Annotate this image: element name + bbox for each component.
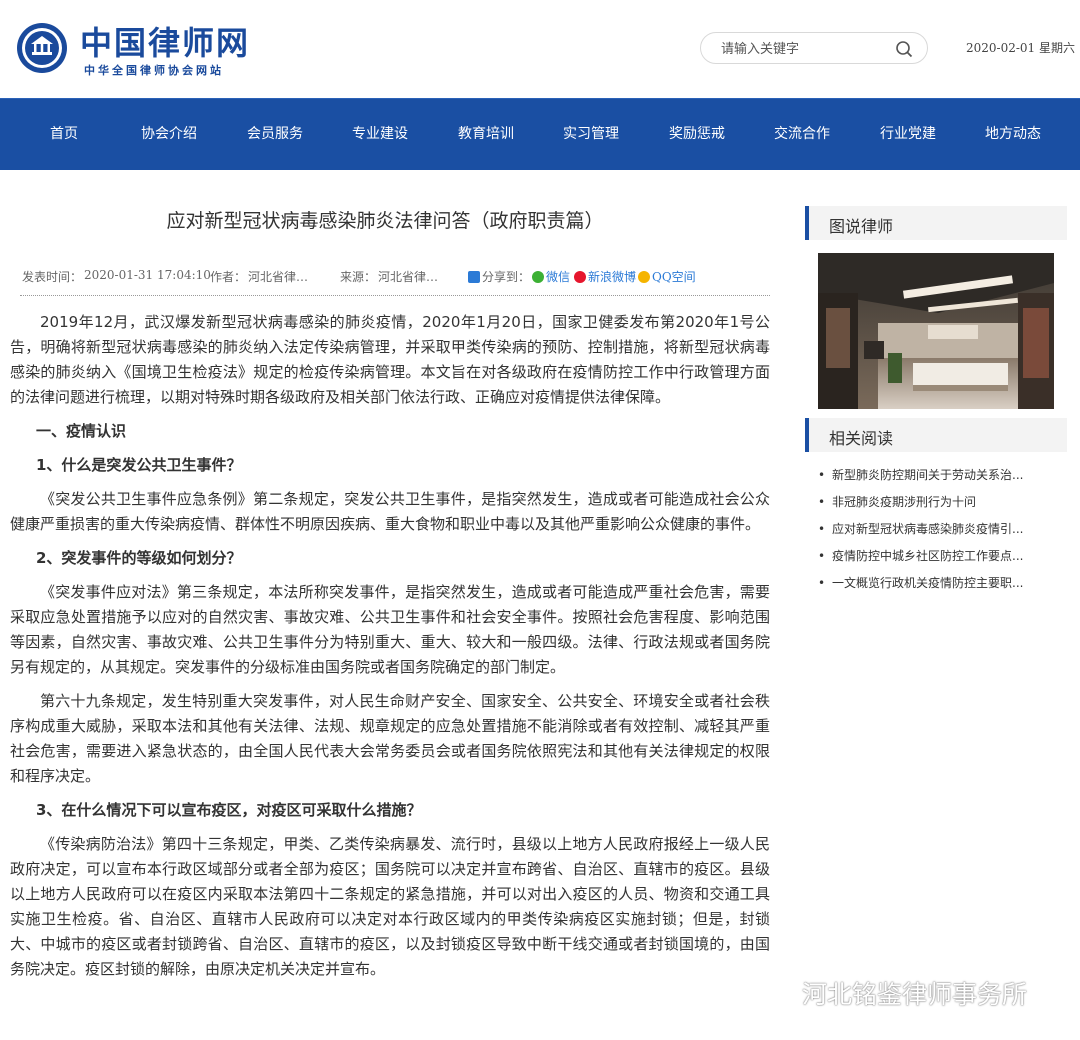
share-qzone[interactable]: QQ空间: [638, 268, 696, 285]
share-to: 分享到：: [468, 268, 530, 285]
paragraph-answer-3: 《传染病防治法》第四十三条规定，甲类、乙类传染病暴发、流行时，县级以上地方人民政…: [10, 835, 770, 978]
nav-item-internship[interactable]: 实习管理: [541, 99, 641, 171]
paragraph-answer-2b: 第六十九条规定，发生特别重大突发事件，对人民生命财产安全、国家安全、公共安全、环…: [10, 692, 770, 785]
nav-item-professional[interactable]: 专业建设: [330, 99, 430, 171]
article: 应对新型冠状病毒感染肺炎法律问答（政府职责篇） 发表时间： 2020-01-31…: [0, 170, 790, 1040]
sidebar-photo-heading: 图说律师: [805, 206, 1067, 240]
main-nav: 首页 协会介绍 会员服务 专业建设 教育培训 实习管理 奖励惩戒 交流合作 行业…: [0, 98, 1080, 170]
sidebar-related-heading-label: 相关阅读: [829, 429, 894, 448]
nav-item-party[interactable]: 行业党建: [858, 99, 958, 171]
bullet: •: [818, 495, 826, 509]
share-qzone-label: QQ空间: [652, 270, 696, 284]
published-time: 2020-01-31 17:04:10: [84, 268, 211, 282]
related-list: • 新型肺炎防控期间关于劳动关系治... • 非冠肺炎疫期涉刑行为十问 • 应对新型冠…: [818, 466, 1058, 601]
share-weibo-label: 新浪微博: [588, 270, 637, 284]
article-title: 应对新型冠状病毒感染肺炎法律问答（政府职责篇）: [166, 210, 604, 232]
related-item[interactable]: • 疫情防控中城乡社区防控工作要点...: [818, 547, 1058, 574]
related-item[interactable]: • 应对新型冠状病毒感染肺炎疫情引...: [818, 520, 1058, 547]
bullet: •: [818, 549, 826, 563]
share-wechat[interactable]: 微信: [532, 268, 570, 285]
related-item-label: 疫情防控中城乡社区防控工作要点...: [832, 549, 1024, 563]
related-item-label: 一文概览行政机关疫情防控主要职...: [832, 576, 1024, 590]
search-box: [700, 32, 928, 64]
question-heading-3: 3、在什么情况下可以宣布疫区，对疫区可采取什么措施？: [36, 801, 422, 819]
section-heading: 一、疫情认识: [36, 422, 127, 440]
bullet: •: [818, 522, 826, 536]
bullet: •: [818, 468, 826, 482]
nav-item-home[interactable]: 首页: [14, 99, 114, 171]
sidebar-related-heading: 相关阅读: [805, 418, 1067, 452]
share-wechat-label: 微信: [546, 270, 571, 284]
share-plus-icon: [468, 271, 480, 283]
related-item[interactable]: • 一文概览行政机关疫情防控主要职...: [818, 574, 1058, 601]
sidebar-photo-heading-label: 图说律师: [829, 217, 894, 236]
watermark-text: 河北铭鉴律师事务所: [802, 980, 1028, 1009]
site-logo-subtitle: 中华全国律师协会网站: [84, 64, 224, 77]
related-item-label: 非冠肺炎疫期涉刑行为十问: [832, 495, 977, 509]
related-item-label: 应对新型冠状病毒感染肺炎疫情引...: [832, 522, 1024, 536]
wechat-watermark: 河北铭鉴律师事务所: [770, 975, 1027, 1011]
weibo-icon: [574, 271, 586, 283]
nav-item-local-news[interactable]: 地方动态: [963, 99, 1063, 171]
paragraph-answer-1: 《突发公共卫生事件应急条例》第二条规定，突发公共卫生事件，是指突然发生，造成或者…: [10, 490, 770, 533]
search-input[interactable]: [719, 39, 889, 59]
lawyer-office-photo[interactable]: [818, 253, 1054, 409]
nav-item-rewards[interactable]: 奖励惩戒: [647, 99, 747, 171]
share-weibo[interactable]: 新浪微博: [574, 268, 636, 285]
source-value: 河北省律…: [378, 270, 439, 284]
share-label: 分享到：: [482, 270, 531, 284]
nav-item-about[interactable]: 协会介绍: [119, 99, 219, 171]
article-content: 2019年12月，武汉爆发新型冠状病毒感染的肺炎疫情，2020年1月20日，国家…: [10, 310, 770, 991]
related-item[interactable]: • 非冠肺炎疫期涉刑行为十问: [818, 493, 1058, 520]
bullet: •: [818, 576, 826, 590]
question-heading-2: 2、突发事件的等级如何划分？: [36, 549, 242, 567]
nav-item-education[interactable]: 教育培训: [436, 99, 536, 171]
wechat-icon: [532, 271, 544, 283]
question-heading-1: 1、什么是突发公共卫生事件？: [36, 456, 242, 474]
search-icon[interactable]: [895, 40, 913, 58]
nav-item-member-service[interactable]: 会员服务: [225, 99, 325, 171]
paragraph-answer-2: 《突发事件应对法》第三条规定，本法所称突发事件，是指突然发生，造成或者可能造成严…: [10, 583, 770, 676]
nav-item-exchange[interactable]: 交流合作: [752, 99, 852, 171]
author-value: 河北省律…: [248, 270, 309, 284]
acla-emblem-icon[interactable]: [16, 22, 68, 74]
site-logo-title[interactable]: 中国律师网: [80, 18, 250, 64]
related-item[interactable]: • 新型肺炎防控期间关于劳动关系治...: [818, 466, 1058, 493]
article-meta: 发表时间： 2020-01-31 17:04:10 作者： 河北省律… 来源： …: [22, 266, 770, 288]
site-header: 中国律师网 中华全国律师协会网站 2020-02-01 星期六: [0, 0, 1080, 98]
published-label: 发表时间：: [22, 270, 83, 284]
source-label: 来源：: [340, 270, 377, 284]
current-date: 2020-02-01 星期六: [966, 41, 1076, 55]
author-label: 作者：: [210, 270, 247, 284]
meta-divider: [20, 295, 770, 296]
paragraph-intro: 2019年12月，武汉爆发新型冠状病毒感染的肺炎疫情，2020年1月20日，国家…: [10, 313, 770, 406]
wechat-logo-icon: [771, 983, 800, 1004]
related-item-label: 新型肺炎防控期间关于劳动关系治...: [832, 468, 1024, 482]
qzone-star-icon: [638, 271, 650, 283]
